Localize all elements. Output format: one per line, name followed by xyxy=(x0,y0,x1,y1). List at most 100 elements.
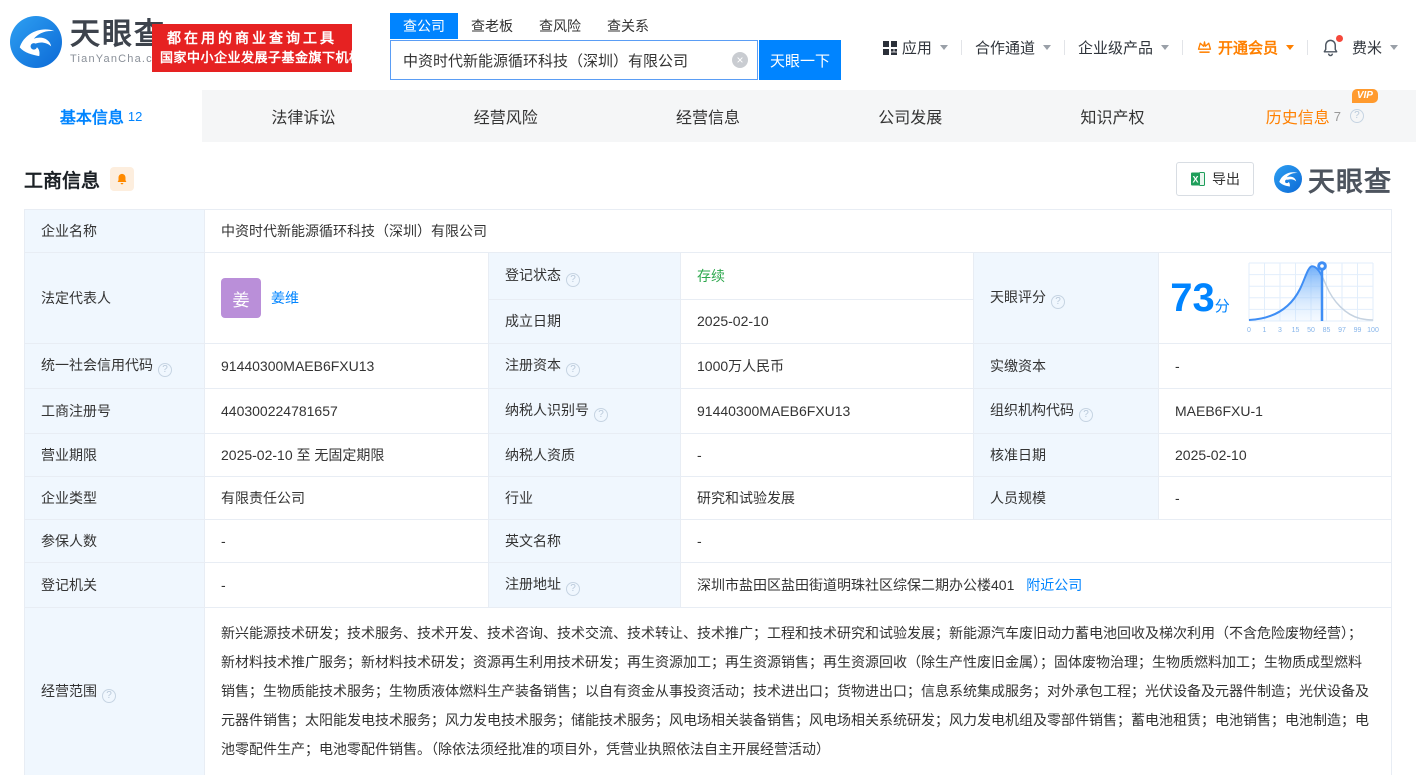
field-establish-date-label: 成立日期 xyxy=(488,298,681,345)
menu-enterprise[interactable]: 企业级产品 xyxy=(1078,37,1169,58)
field-paid-capital-value: - xyxy=(1158,343,1392,389)
tab-label: 经营风险 xyxy=(473,110,538,127)
help-icon[interactable] xyxy=(1051,295,1065,309)
search-input[interactable] xyxy=(390,40,758,80)
menu-apps-label: 应用 xyxy=(901,40,932,57)
section-header: 工商信息 X 导出 天眼查 xyxy=(24,157,1392,201)
svg-text:100: 100 xyxy=(1367,327,1379,334)
field-taxpayer-quality-value: - xyxy=(680,433,974,477)
field-company-type-label: 企业类型 xyxy=(24,476,205,520)
field-scope-value: 新兴能源技术研发；技术服务、技术开发、技术咨询、技术交流、技术转让、技术推广；工… xyxy=(204,607,1392,775)
field-score-value: 73 分 0 1 3 15 50 85 97 99 100 xyxy=(1158,252,1392,344)
tab-ip[interactable]: 知识产权 xyxy=(1011,90,1213,142)
table-row: 参保人数 - 英文名称 - xyxy=(24,519,1392,563)
table-row: 营业期限 2025-02-10 至 无固定期限 纳税人资质 - 核准日期 202… xyxy=(24,433,1392,477)
grid-icon xyxy=(882,40,897,55)
field-reg-authority-value: - xyxy=(204,562,489,608)
tab-label: 公司发展 xyxy=(878,110,943,127)
field-company-name-value: 中资时代新能源循环科技（深圳）有限公司 xyxy=(204,209,1392,253)
banner-line2: 国家中小企业发展子基金旗下机构 xyxy=(160,50,363,65)
tab-risk[interactable]: 经营风险 xyxy=(405,90,607,142)
legal-rep-link[interactable]: 姜维 xyxy=(271,288,299,308)
excel-icon: X xyxy=(1191,172,1205,186)
tianyancha-logo[interactable]: 天眼查 TianYanCha.com xyxy=(10,16,171,68)
logo-swirl-icon xyxy=(10,16,62,68)
field-company-name-label: 企业名称 xyxy=(24,209,205,253)
field-reg-capital-value: 1000万人民币 xyxy=(680,343,974,389)
field-address-label: 注册地址 xyxy=(488,562,681,608)
tab-development[interactable]: 公司发展 xyxy=(809,90,1011,142)
notification-bell[interactable] xyxy=(1321,35,1343,57)
field-insured-value: - xyxy=(204,519,489,563)
help-icon[interactable] xyxy=(158,363,172,377)
field-approval-date-value: 2025-02-10 xyxy=(1158,433,1392,477)
help-icon[interactable] xyxy=(566,272,580,287)
company-nav-tabs: 基本信息 12 法律诉讼 经营风险 经营信息 公司发展 知识产权 历史信息 7 … xyxy=(0,89,1416,142)
field-uscc-value: 91440300MAEB6FXU13 xyxy=(204,343,489,389)
export-label: 导出 xyxy=(1212,171,1240,187)
avatar[interactable]: 姜 xyxy=(221,278,261,318)
field-score-label: 天眼评分 xyxy=(973,252,1159,344)
divider xyxy=(1063,40,1065,55)
search-tab-risk[interactable]: 查风险 xyxy=(526,13,594,39)
table-row: 企业类型 有限责任公司 行业 研究和试验发展 人员规模 - xyxy=(24,476,1392,520)
svg-text:0: 0 xyxy=(1247,327,1251,334)
field-reg-authority-label: 登记机关 xyxy=(24,562,205,608)
field-legal-rep-value: 姜 姜维 xyxy=(204,252,489,344)
menu-enterprise-label: 企业级产品 xyxy=(1077,40,1153,57)
search-tab-relation[interactable]: 查关系 xyxy=(594,13,662,39)
help-icon[interactable] xyxy=(566,363,580,377)
header: 天眼查 TianYanCha.com 都在用的商业查询工具 国家中小企业发展子基… xyxy=(0,0,1416,90)
svg-text:1: 1 xyxy=(1262,327,1266,334)
field-uscc-label: 统一社会信用代码 xyxy=(24,343,205,389)
field-english-name-value: - xyxy=(680,519,1392,563)
tab-operation[interactable]: 经营信息 xyxy=(607,90,809,142)
tab-history[interactable]: 历史信息 7 VIP xyxy=(1214,89,1416,142)
score-number: 73 xyxy=(1170,276,1215,320)
field-taxpayer-id-label: 纳税人识别号 xyxy=(488,388,681,434)
help-icon[interactable] xyxy=(1079,408,1093,422)
nearby-companies-link[interactable]: 附近公司 xyxy=(1026,577,1082,593)
menu-partner[interactable]: 合作通道 xyxy=(975,37,1051,58)
help-icon[interactable] xyxy=(566,582,580,596)
field-reg-number-value: 440300224781657 xyxy=(204,388,489,434)
chevron-down-icon xyxy=(1042,45,1051,50)
field-staff-size-value: - xyxy=(1158,476,1392,520)
table-row: 登记机关 - 注册地址 深圳市盐田区盐田街道明珠社区综保二期办公楼401 附近公… xyxy=(24,562,1392,608)
field-english-name-label: 英文名称 xyxy=(488,519,681,563)
search-tabs: 查公司 查老板 查风险 查关系 xyxy=(390,13,841,39)
field-taxpayer-quality-label: 纳税人资质 xyxy=(488,433,681,477)
help-icon[interactable] xyxy=(102,688,116,703)
help-icon[interactable] xyxy=(1349,109,1364,123)
field-reg-number-label: 工商注册号 xyxy=(24,388,205,434)
menu-user[interactable]: 费米 xyxy=(1352,37,1398,58)
table-row: 法定代表人 姜 姜维 登记状态 存续 天眼评分 73 分 xyxy=(24,252,1392,344)
tab-legal[interactable]: 法律诉讼 xyxy=(202,90,404,142)
field-industry-value: 研究和试验发展 xyxy=(680,476,974,520)
field-org-code-value: MAEB6FXU-1 xyxy=(1158,388,1392,434)
help-icon[interactable] xyxy=(594,408,608,422)
score-unit: 分 xyxy=(1214,298,1230,315)
svg-text:50: 50 xyxy=(1307,327,1315,334)
search-tab-company[interactable]: 查公司 xyxy=(390,13,458,39)
tab-label: 经营信息 xyxy=(675,110,740,127)
search-button[interactable]: 天眼一下 xyxy=(759,40,841,80)
svg-text:X: X xyxy=(1192,175,1198,185)
export-button[interactable]: X 导出 xyxy=(1176,162,1254,196)
menu-apps[interactable]: 应用 xyxy=(882,37,948,58)
vip-badge: VIP xyxy=(1351,89,1378,103)
search-tab-boss[interactable]: 查老板 xyxy=(458,13,526,39)
tab-basic-info[interactable]: 基本信息 12 xyxy=(0,90,203,142)
field-taxpayer-id-value: 91440300MAEB6FXU13 xyxy=(680,388,974,434)
watermark-text: 天眼查 xyxy=(1308,166,1392,197)
monitor-bell-button[interactable] xyxy=(110,167,135,191)
status-badge: 存续 xyxy=(697,267,725,284)
field-org-code-label: 组织机构代码 xyxy=(973,388,1159,434)
banner-line1: 都在用的商业查询工具 xyxy=(167,30,337,46)
clear-icon[interactable]: × xyxy=(732,52,748,68)
menu-vip[interactable]: 开通会员 xyxy=(1196,37,1294,58)
chevron-down-icon xyxy=(1160,45,1169,50)
notification-dot xyxy=(1335,35,1343,42)
table-row: 统一社会信用代码 91440300MAEB6FXU13 注册资本 1000万人民… xyxy=(24,343,1392,389)
promo-banner: 都在用的商业查询工具 国家中小企业发展子基金旗下机构 xyxy=(152,24,363,72)
